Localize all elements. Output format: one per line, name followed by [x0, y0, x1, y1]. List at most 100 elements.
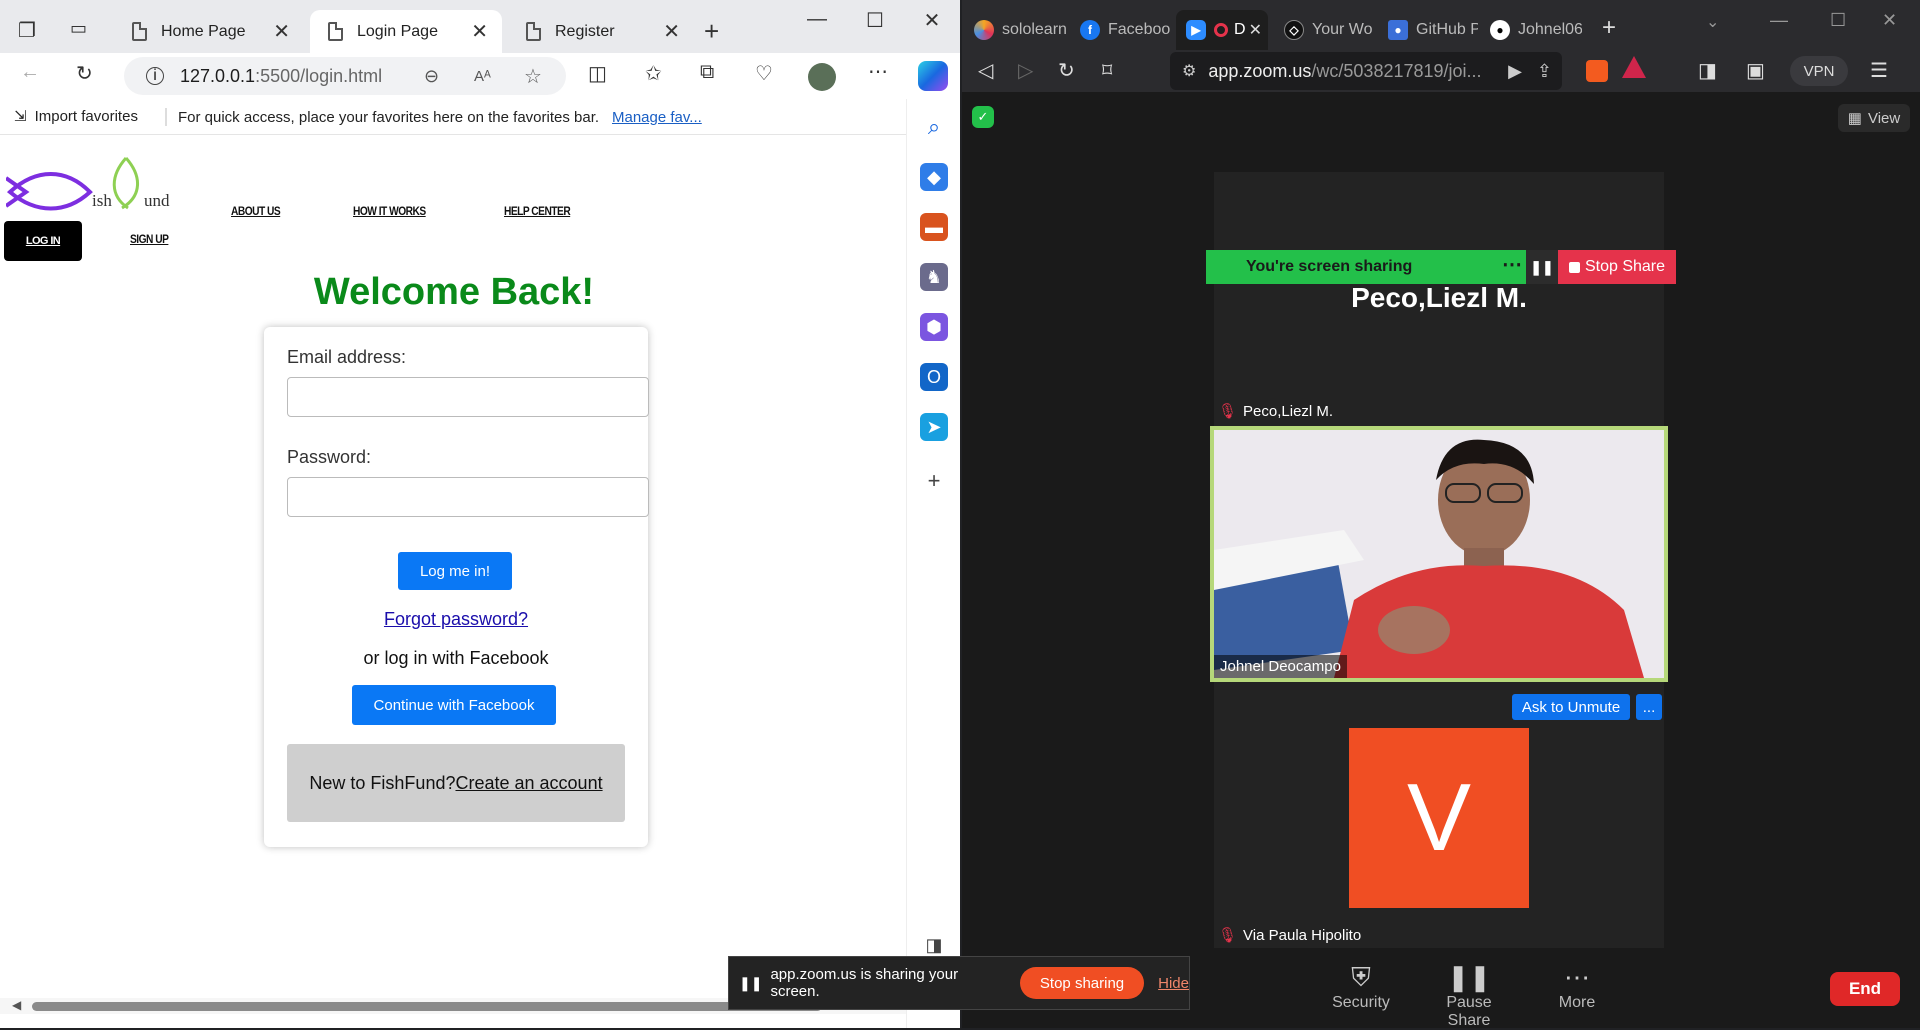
nav-about-us[interactable]: ABOUT US [231, 204, 281, 218]
nav-help-center[interactable]: HELP CENTER [504, 204, 571, 218]
forgot-password-link[interactable]: Forgot password? [264, 609, 648, 630]
tab-your-work[interactable]: ◇ Your Wo [1284, 14, 1372, 46]
url-field[interactable]: i 127.0.0.1:5500/login.html ⊖ Aᴬ ☆ [124, 57, 566, 95]
favorite-star-icon[interactable]: ☆ [524, 64, 542, 89]
manage-favorites-link[interactable]: Manage fav... [612, 109, 702, 126]
create-account-link[interactable]: Create an account [455, 773, 602, 794]
pause-icon[interactable]: ❚❚ [1526, 250, 1558, 284]
view-button[interactable]: ▦ View [1838, 104, 1910, 132]
close-icon[interactable]: ✕ [1249, 20, 1262, 40]
nav-sign-up[interactable]: SIGN UP [130, 232, 169, 246]
scrollbar-thumb[interactable] [32, 1002, 822, 1011]
email-field[interactable] [287, 377, 649, 417]
close-window-icon[interactable]: ✕ [912, 8, 952, 33]
search-icon[interactable]: ⌕ [920, 113, 948, 141]
tab-home-page[interactable]: Home Page ✕ [114, 10, 304, 53]
log-me-in-button[interactable]: Log me in! [398, 552, 512, 590]
tab-github-johnel[interactable]: ● Johnel06 [1490, 14, 1582, 46]
webpage: ish und ABOUT US HOW IT WORKS HELP CENTE… [4, 140, 904, 998]
password-field[interactable] [287, 477, 649, 517]
edge-tab-bar: ❐ ▭ Home Page ✕ Login Page ✕ Register ✕ … [0, 0, 960, 61]
stop-sharing-button[interactable]: Stop sharing [1019, 967, 1145, 999]
games-icon[interactable]: ♞ [920, 263, 948, 291]
continue-facebook-button[interactable]: Continue with Facebook [352, 685, 556, 725]
profile-avatar[interactable] [808, 63, 836, 91]
more-menu-icon[interactable]: ⋯ [868, 59, 888, 84]
close-window-icon[interactable]: ✕ [1882, 10, 1897, 31]
sidebar-toggle-icon[interactable]: ◨ [920, 931, 948, 959]
maximize-icon[interactable]: ☐ [1830, 10, 1846, 31]
muted-mic-icon: 🎙︎ [1218, 403, 1238, 420]
vpn-button[interactable]: VPN [1790, 56, 1848, 86]
more-options-icon[interactable]: ⋯ [1502, 252, 1522, 277]
tab-register[interactable]: Register ✕ [508, 10, 694, 53]
read-aloud-icon[interactable]: Aᴬ [474, 68, 491, 85]
maximize-icon[interactable]: ☐ [855, 8, 895, 33]
tab-facebook[interactable]: f Faceboo [1080, 14, 1170, 46]
collections-icon[interactable]: ⧉ [700, 61, 714, 84]
new-tab-icon[interactable]: + [704, 16, 719, 47]
copilot-icon[interactable] [918, 61, 948, 91]
more-button[interactable]: ⋯ More [1532, 962, 1622, 1012]
tab-github-pages[interactable]: ● GitHub P [1388, 14, 1478, 46]
drag-handle-icon[interactable]: ❚❚ [739, 975, 762, 992]
tab-label: Home Page [161, 22, 246, 40]
tab-zoom-active[interactable]: ▶ D ✕ [1176, 10, 1268, 50]
pause-share-button[interactable]: ❚❚ Pause Share [1424, 962, 1514, 1030]
url-field[interactable]: ⚙ app.zoom.us/wc/5038217819/joi... ▶ ⇪ [1170, 52, 1562, 90]
tools-icon[interactable]: ▬ [920, 213, 948, 241]
zoom-out-icon[interactable]: ⊖ [424, 66, 439, 87]
bookmark-icon[interactable]: ⌑ [1102, 58, 1112, 83]
facebook-hint: or log in with Facebook [363, 648, 549, 668]
info-icon[interactable]: i [146, 67, 164, 85]
outlook-icon[interactable]: O [920, 363, 948, 391]
participant-more-button[interactable]: ... [1636, 694, 1662, 720]
tab-sololearn[interactable]: sololearn [974, 14, 1072, 46]
shopping-tag-icon[interactable]: ◆ [920, 163, 948, 191]
scroll-left-icon[interactable]: ◀ [12, 998, 21, 1012]
participant-name-johnel: Johnel Deocampo [1214, 655, 1347, 678]
end-meeting-button[interactable]: End [1830, 972, 1900, 1006]
menu-icon[interactable]: ☰ [1870, 58, 1888, 83]
back-icon[interactable]: ← [20, 61, 40, 84]
tab-actions-icon[interactable]: ▭ [70, 18, 87, 39]
forward-icon[interactable]: ▷ [1018, 58, 1033, 83]
tab-label: Your Wo [1312, 21, 1372, 38]
site-settings-icon[interactable]: ⚙ [1182, 61, 1196, 81]
workspaces-icon[interactable]: ❐ [18, 18, 36, 43]
nav-log-in-button[interactable]: LOG IN [4, 221, 82, 261]
stop-share-button[interactable]: Stop Share [1558, 250, 1676, 284]
send-icon[interactable]: ➤ [920, 413, 948, 441]
close-icon[interactable]: ✕ [471, 19, 488, 44]
browser-essentials-icon[interactable]: ♡ [755, 61, 773, 86]
sharing-status: You're screen sharing [1246, 258, 1413, 275]
brave-shields-icon[interactable] [1586, 60, 1608, 82]
hide-notice-link[interactable]: Hide [1158, 975, 1189, 992]
encryption-shield-icon[interactable]: ✓ [972, 106, 994, 128]
participant-video-johnel[interactable]: Johnel Deocampo [1210, 426, 1668, 682]
refresh-icon[interactable]: ↻ [76, 61, 93, 86]
tab-login-page[interactable]: Login Page ✕ [310, 10, 502, 53]
split-screen-icon[interactable]: ◫ [588, 61, 607, 86]
import-favorites-link[interactable]: Import favorites [35, 108, 138, 125]
minimize-icon[interactable]: — [1770, 10, 1788, 31]
favorites-icon[interactable]: ✩ [645, 61, 662, 86]
minimize-icon[interactable]: — [797, 8, 837, 31]
add-icon[interactable]: + [920, 467, 948, 495]
wallet-icon[interactable]: ▣ [1746, 58, 1765, 83]
close-icon[interactable]: ✕ [663, 19, 680, 44]
close-icon[interactable]: ✕ [273, 19, 290, 44]
office-icon[interactable]: ⬢ [920, 313, 948, 341]
ask-to-unmute-button[interactable]: Ask to Unmute [1512, 694, 1630, 720]
share-icon[interactable]: ⇪ [1537, 61, 1552, 82]
sidebar-icon[interactable]: ◨ [1698, 58, 1717, 83]
brave-rewards-icon[interactable] [1622, 56, 1646, 78]
new-tab-icon[interactable]: + [1602, 14, 1616, 42]
back-icon[interactable]: ◁ [978, 58, 993, 83]
screen-share-notification: ❚❚ app.zoom.us is sharing your screen. S… [728, 956, 1190, 1010]
security-button[interactable]: ⛨ Security [1316, 962, 1406, 1012]
nav-how-it-works[interactable]: HOW IT WORKS [353, 204, 426, 218]
camera-icon[interactable]: ▶ [1508, 61, 1522, 82]
tab-search-icon[interactable]: ⌄ [1706, 12, 1719, 32]
refresh-icon[interactable]: ↻ [1058, 58, 1075, 83]
